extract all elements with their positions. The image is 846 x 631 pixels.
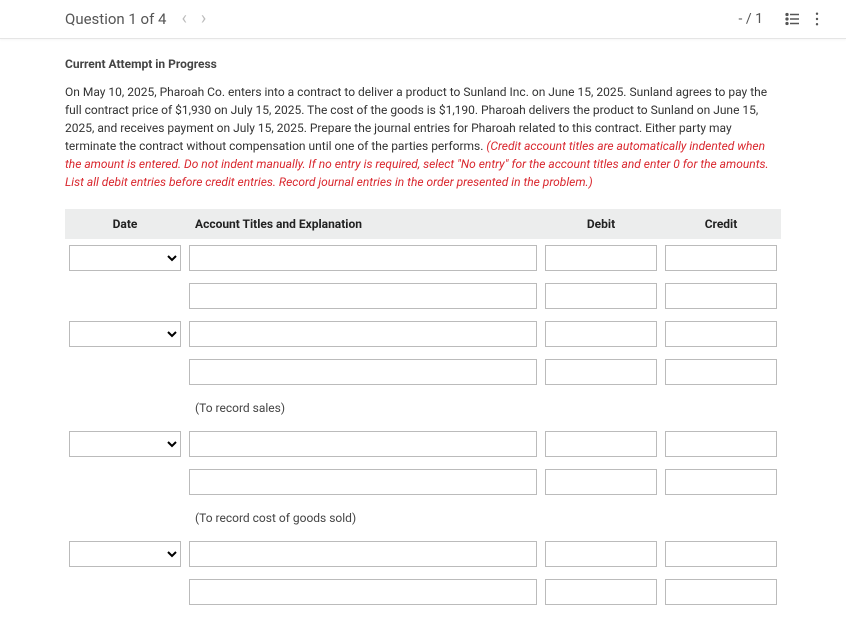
date-select[interactable]: [69, 541, 181, 567]
question-nav: ‹ ›: [181, 10, 206, 28]
col-header-credit: Credit: [661, 209, 781, 239]
credit-input[interactable]: [665, 283, 777, 309]
date-select[interactable]: [69, 321, 181, 347]
entry-note-row: (To record sales): [65, 391, 781, 425]
table-row: [65, 573, 781, 611]
entry-note-sales: (To record sales): [185, 391, 541, 425]
credit-input[interactable]: [665, 431, 777, 457]
account-title-input[interactable]: [189, 469, 537, 495]
journal-entry-table: Date Account Titles and Explanation Debi…: [65, 209, 781, 611]
credit-input[interactable]: [665, 245, 777, 271]
credit-input[interactable]: [665, 321, 777, 347]
debit-input[interactable]: [545, 321, 657, 347]
table-row: [65, 277, 781, 315]
account-title-input[interactable]: [189, 541, 537, 567]
attempt-status-label: Current Attempt in Progress: [65, 57, 781, 71]
account-title-input[interactable]: [189, 579, 537, 605]
debit-input[interactable]: [545, 283, 657, 309]
table-row: [65, 353, 781, 391]
debit-input[interactable]: [545, 245, 657, 271]
account-title-input[interactable]: [189, 321, 537, 347]
account-title-input[interactable]: [189, 283, 537, 309]
table-row: [65, 239, 781, 277]
question-header-bar: Question 1 of 4 ‹ › - / 1: [0, 0, 846, 39]
debit-input[interactable]: [545, 359, 657, 385]
credit-input[interactable]: [665, 359, 777, 385]
date-select[interactable]: [69, 245, 181, 271]
debit-input[interactable]: [545, 579, 657, 605]
credit-input[interactable]: [665, 469, 777, 495]
col-header-date: Date: [65, 209, 185, 239]
account-title-input[interactable]: [189, 431, 537, 457]
debit-input[interactable]: [545, 541, 657, 567]
col-header-account: Account Titles and Explanation: [185, 209, 541, 239]
entry-note-row: (To record cost of goods sold): [65, 501, 781, 535]
date-select[interactable]: [69, 431, 181, 457]
credit-input[interactable]: [665, 579, 777, 605]
list-view-icon[interactable]: [784, 10, 802, 28]
col-header-debit: Debit: [541, 209, 661, 239]
credit-input[interactable]: [665, 541, 777, 567]
question-number-label: Question 1 of 4: [65, 10, 166, 28]
problem-statement: On May 10, 2025, Pharoah Co. enters into…: [65, 83, 781, 191]
debit-input[interactable]: [545, 469, 657, 495]
entry-note-cogs: (To record cost of goods sold): [185, 501, 541, 535]
prev-question-button[interactable]: ‹: [181, 10, 186, 28]
account-title-input[interactable]: [189, 359, 537, 385]
score-indicator: - / 1: [739, 11, 763, 27]
table-row: [65, 535, 781, 573]
table-row: [65, 425, 781, 463]
account-title-input[interactable]: [189, 245, 537, 271]
more-options-icon[interactable]: [808, 10, 826, 28]
table-row: [65, 315, 781, 353]
next-question-button[interactable]: ›: [201, 10, 206, 28]
table-row: [65, 463, 781, 501]
debit-input[interactable]: [545, 431, 657, 457]
